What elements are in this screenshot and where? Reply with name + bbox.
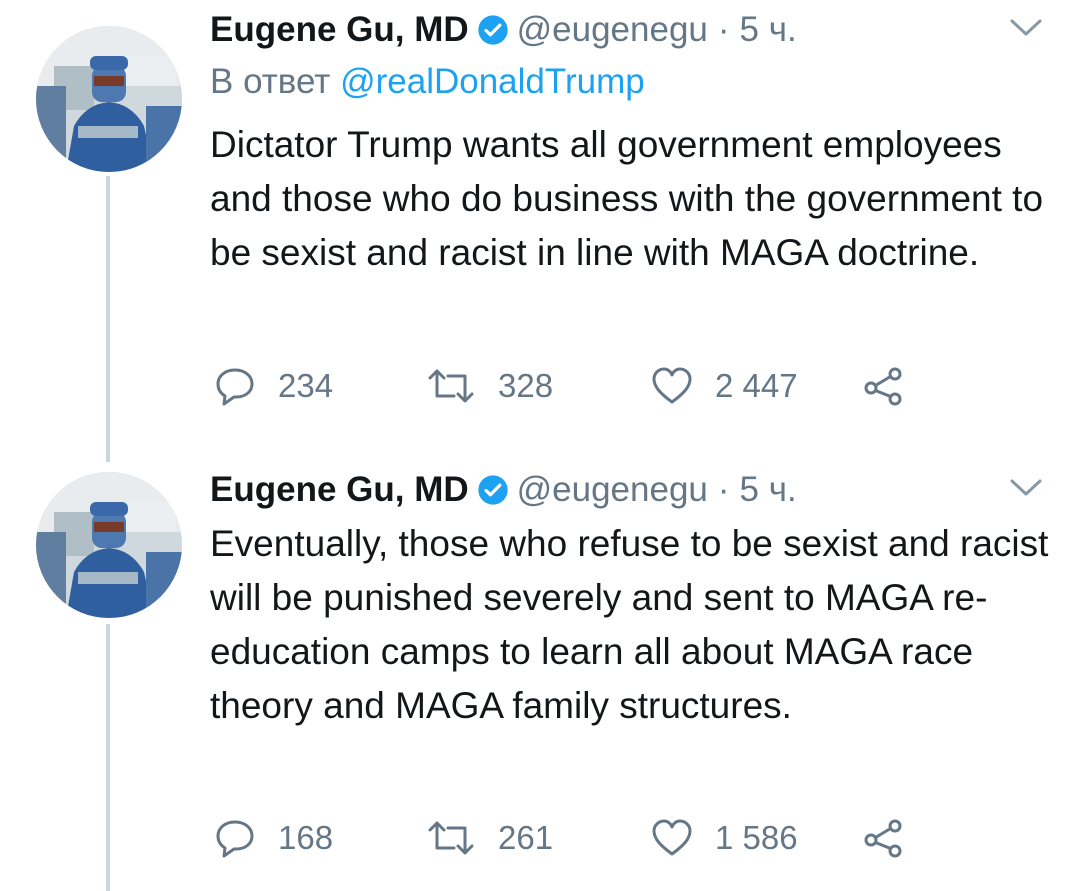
verified-badge-icon: [477, 14, 509, 46]
tweet-actions: 168 261 1 586: [214, 816, 929, 860]
reply-icon: [216, 820, 254, 858]
chevron-down-icon[interactable]: [1008, 476, 1044, 500]
share-icon: [864, 819, 902, 858]
heart-icon: [652, 819, 692, 856]
separator-dot: ·: [717, 10, 730, 49]
reply-prefix: В ответ: [210, 62, 331, 101]
retweet-count: 261: [498, 819, 554, 856]
tweet-text: Dictator Trump wants all government empl…: [210, 124, 1044, 273]
chevron-down-icon[interactable]: [1008, 16, 1044, 40]
share-button[interactable]: [863, 818, 929, 858]
author-handle[interactable]: @eugenegu: [517, 470, 708, 510]
reply-count: 168: [278, 819, 334, 856]
heart-icon: [652, 367, 692, 404]
separator-dot: ·: [717, 470, 730, 509]
tweet[interactable]: Eugene Gu, MD @eugenegu · 5 ч. В ответ @…: [0, 2, 1080, 442]
retweet-button[interactable]: 261: [426, 818, 651, 858]
tweet-header: Eugene Gu, MD @eugenegu · 5 ч.: [210, 462, 797, 518]
timestamp[interactable]: 5 ч.: [740, 10, 797, 50]
timestamp[interactable]: 5 ч.: [740, 470, 797, 510]
retweet-count: 328: [498, 367, 554, 404]
like-button[interactable]: 2 447: [651, 366, 863, 406]
share-button[interactable]: [863, 366, 929, 406]
share-icon: [864, 367, 902, 406]
reply-button[interactable]: 234: [214, 366, 426, 406]
like-count: 2 447: [715, 367, 798, 404]
like-count: 1 586: [715, 819, 798, 856]
retweet-icon: [428, 821, 474, 855]
tweet[interactable]: Eugene Gu, MD @eugenegu · 5 ч. Eventuall…: [0, 462, 1080, 891]
tweet-text: Eventually, those who refuse to be sexis…: [210, 523, 1049, 726]
avatar[interactable]: [36, 472, 182, 618]
author-handle[interactable]: @eugenegu: [517, 10, 708, 50]
verified-badge-icon: [477, 474, 509, 506]
reply-icon: [216, 368, 254, 406]
retweet-button[interactable]: 328: [426, 366, 651, 406]
reply-count: 234: [278, 367, 334, 404]
tweet-actions: 234 328 2 447: [214, 364, 929, 408]
tweet-header: Eugene Gu, MD @eugenegu · 5 ч.: [210, 2, 797, 58]
like-button[interactable]: 1 586: [651, 818, 863, 858]
retweet-icon: [428, 369, 474, 403]
reply-button[interactable]: 168: [214, 818, 426, 858]
author-name[interactable]: Eugene Gu, MD: [210, 10, 469, 50]
author-name[interactable]: Eugene Gu, MD: [210, 470, 469, 510]
reply-context: В ответ @realDonaldTrump: [210, 62, 645, 102]
reply-mention-link[interactable]: @realDonaldTrump: [340, 62, 645, 101]
avatar[interactable]: [36, 26, 182, 172]
